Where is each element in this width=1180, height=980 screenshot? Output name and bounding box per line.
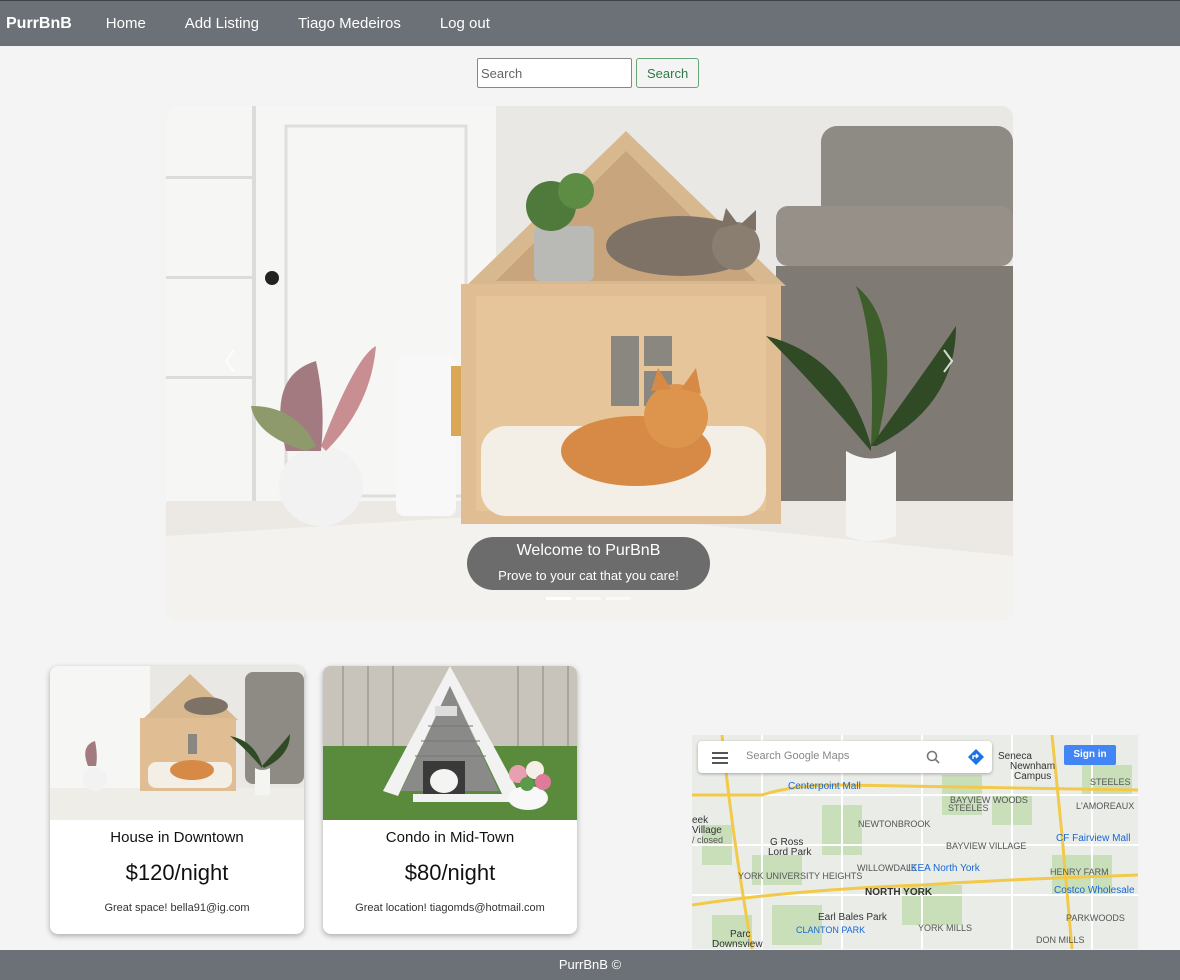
listing-price: $80/night — [404, 860, 496, 885]
map-label-earl-bales: Earl Bales Park — [818, 912, 887, 923]
map-label-clanton-park: CLANTON PARK — [796, 925, 866, 935]
search-icon[interactable] — [926, 750, 940, 764]
nav-home[interactable]: Home — [106, 15, 146, 32]
map-label-downsview: Downsview — [712, 939, 763, 949]
directions-icon[interactable] — [968, 749, 984, 765]
chevron-right-icon — [943, 349, 954, 373]
carousel-indicators — [546, 597, 631, 600]
listing-price: $120/night — [125, 860, 229, 885]
carousel-indicator-3[interactable] — [606, 597, 631, 600]
carousel-indicator-2[interactable] — [576, 597, 601, 600]
nav-add-listing[interactable]: Add Listing — [185, 15, 259, 32]
listing-image — [50, 666, 304, 820]
map-label-newtonbrook: NEWTONBROOK — [858, 819, 931, 829]
carousel-indicator-1[interactable] — [546, 597, 571, 600]
chevron-left-icon — [224, 349, 235, 373]
search-button[interactable]: Search — [636, 58, 700, 88]
brand-logo[interactable]: PurrBnB — [6, 15, 72, 33]
map-label-york-mills: YORK MILLS — [918, 923, 973, 933]
listing-description: Great space! bella91@ig.com — [104, 902, 250, 914]
map-label-lamoreaux: L'AMOREAUX — [1076, 801, 1135, 811]
nav-logout[interactable]: Log out — [440, 15, 490, 32]
map-label-steeles: STEELES — [948, 803, 989, 813]
map-label-steeles-2: STEELES — [1090, 777, 1131, 787]
map-poi-ikea[interactable]: IKEA North York — [908, 863, 980, 874]
map-label-don-mills: DON MILLS — [1036, 935, 1085, 945]
listing-title: House in Downtown — [110, 829, 244, 846]
navbar: PurrBnB Home Add Listing Tiago Medeiros … — [0, 0, 1180, 46]
nav-user-profile[interactable]: Tiago Medeiros — [298, 15, 401, 32]
map-label-parkwoods: PARKWOODS — [1066, 913, 1125, 923]
listing-image — [323, 666, 577, 820]
map-search-input[interactable]: Search Google Maps — [746, 750, 849, 762]
listing-card[interactable]: House in Downtown $120/night Great space… — [50, 666, 304, 934]
map-label-bayview-village: BAYVIEW VILLAGE — [946, 841, 1027, 851]
search-input[interactable] — [477, 58, 632, 88]
footer: PurrBnB © — [0, 950, 1180, 980]
map-sign-in-button[interactable]: Sign in — [1064, 745, 1116, 765]
map-poi-cf-fairview[interactable]: CF Fairview Mall — [1056, 833, 1130, 844]
map-label-campus: Campus — [1014, 771, 1052, 782]
search-bar: Search — [477, 58, 700, 88]
carousel-caption: Welcome to PurBnB Prove to your cat that… — [467, 537, 710, 590]
listing-card[interactable]: Condo in Mid-Town $80/night Great locati… — [323, 666, 577, 934]
map-label-henry-farm: HENRY FARM — [1050, 867, 1109, 877]
map-label-north-york: NORTH YORK — [865, 887, 933, 898]
listing-title: Condo in Mid-Town — [385, 829, 515, 846]
menu-icon[interactable] — [712, 752, 728, 764]
map-label-closed: / closed — [692, 835, 724, 845]
carousel-next-button[interactable] — [938, 346, 958, 376]
map-label-lord-park: Lord Park — [768, 847, 812, 858]
carousel-caption-subtitle: Prove to your cat that you care! — [498, 568, 679, 583]
carousel-prev-button[interactable] — [220, 346, 240, 376]
map-search-box[interactable]: Search Google Maps — [698, 741, 992, 773]
google-map[interactable]: Search Google Maps Sign in Centerpoint M… — [692, 735, 1138, 949]
map-label-york-university: YORK UNIVERSITY HEIGHTS — [738, 871, 863, 881]
map-poi-centerpoint[interactable]: Centerpoint Mall — [788, 781, 861, 792]
carousel-caption-title: Welcome to PurBnB — [516, 542, 661, 559]
listing-description: Great location! tiagomds@hotmail.com — [355, 902, 545, 914]
map-poi-costco[interactable]: Costco Wholesale — [1054, 885, 1135, 896]
